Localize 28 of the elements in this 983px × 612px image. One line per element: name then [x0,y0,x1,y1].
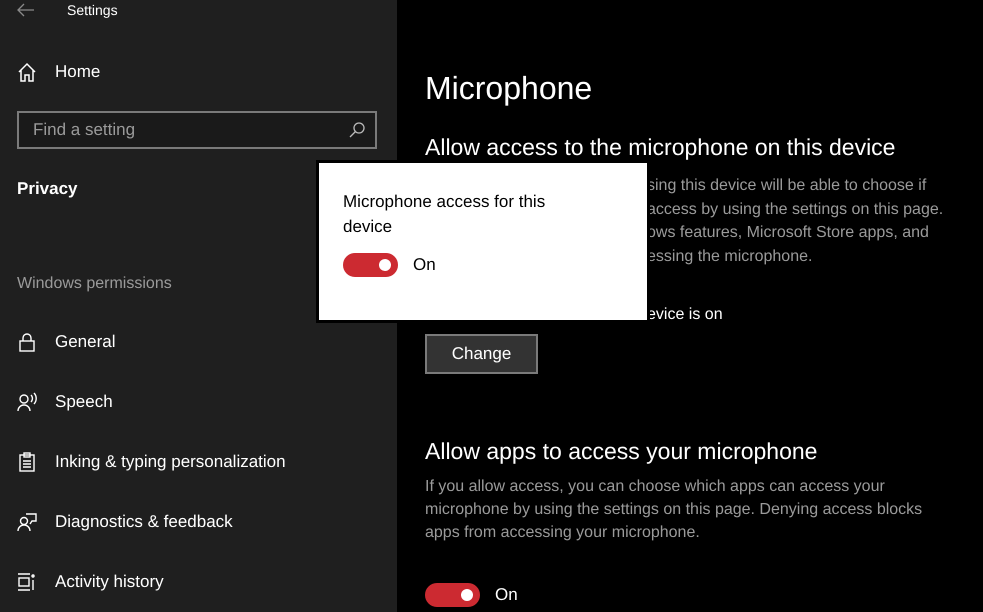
search-icon [349,122,365,138]
toggle-switch[interactable] [425,582,480,607]
group-heading: Windows permissions [17,275,172,293]
search-field[interactable]: Find a setting [17,111,377,149]
sidebar-item[interactable]: Inking & typing personalization [55,452,286,472]
section-heading: Allow access to the microphone on this device [425,132,896,162]
back-arrow-icon[interactable] [17,2,35,16]
speaking-person-icon [17,392,37,412]
lock-icon [17,332,37,352]
sidebar-item[interactable]: General [55,332,116,352]
sidebar-item[interactable]: Activity history [55,572,164,592]
section-heading: Allow apps to access your microphone [425,437,818,466]
sidebar-item[interactable]: Diagnostics & feedback [55,512,233,532]
popup-label: Microphone access for this device [343,191,546,238]
home-icon [17,62,37,82]
toggle-label: On [495,584,518,605]
page-title: Microphone [425,68,594,108]
toggle-label: On [413,255,436,275]
window-title: Settings [67,2,118,18]
sidebar-item[interactable]: Speech [55,392,113,412]
toggle-switch[interactable] [343,253,398,277]
person-feedback-icon [17,512,37,532]
activity-icon [17,572,37,592]
clipboard-icon [17,452,37,472]
home-nav-item[interactable]: Home [55,62,100,82]
change-button[interactable]: Change [425,334,538,374]
section-title: Privacy [17,179,78,199]
description-text: If you allow access, you can choose which apps can access your microphone by using the settings on this page. Denying access blocks apps from accessing your microphone. [425,476,924,544]
